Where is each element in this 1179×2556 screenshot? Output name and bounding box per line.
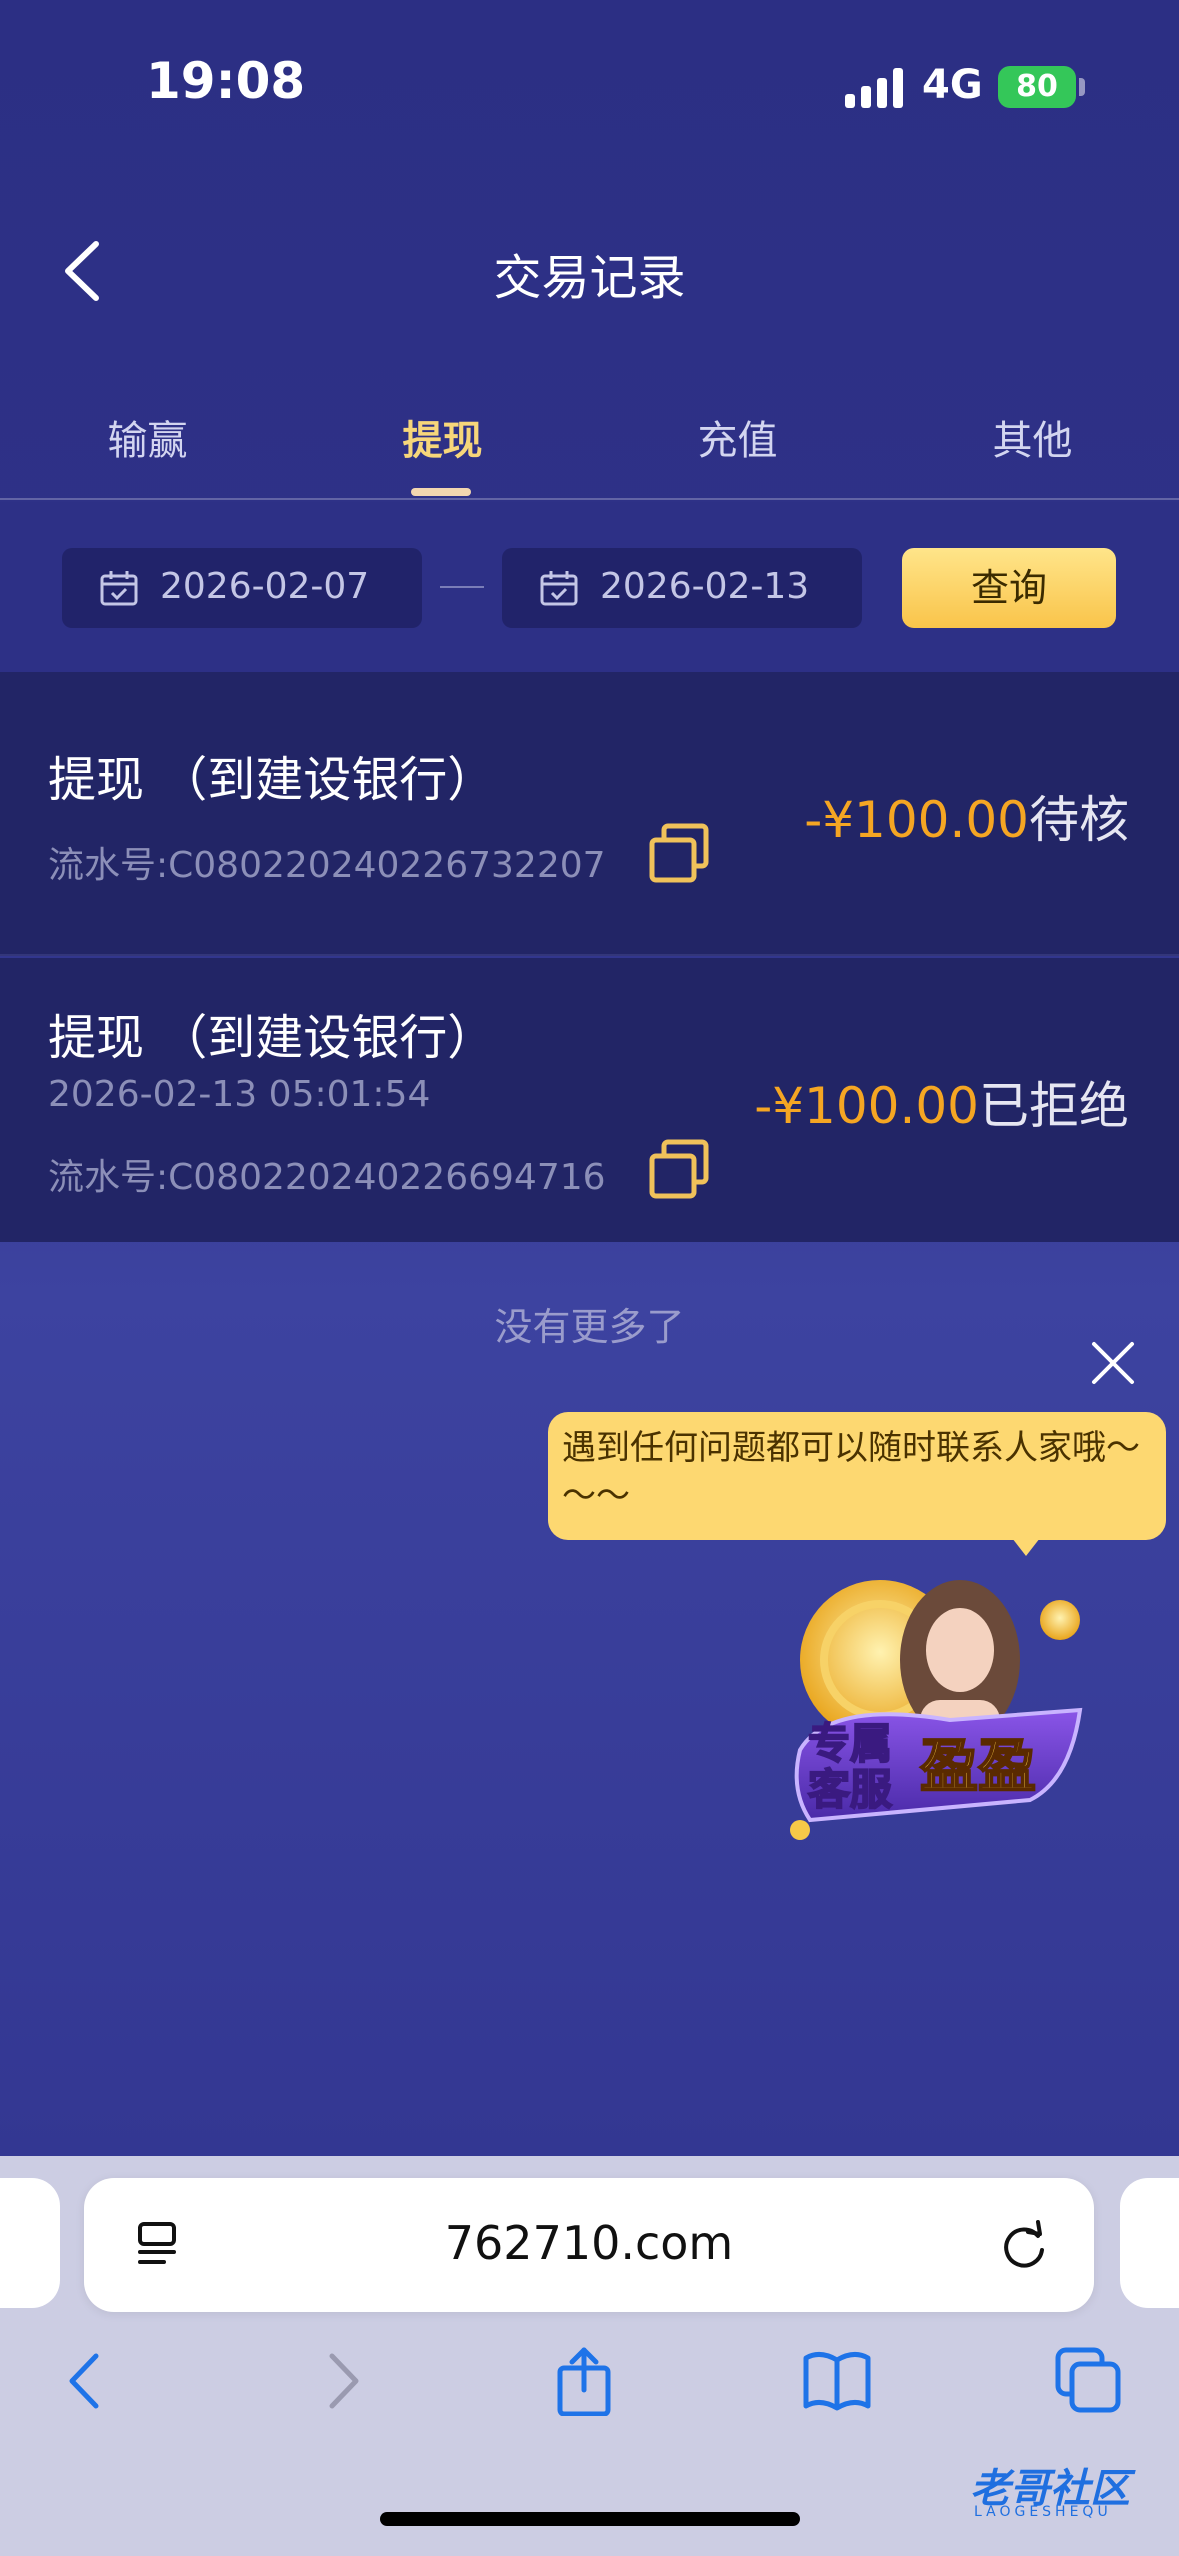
url-text: 762710.com xyxy=(444,2216,734,2270)
record-title: 提现 （到建设银行） xyxy=(48,1010,496,1066)
start-date-picker[interactable]: 2026-02-07 xyxy=(62,548,422,628)
watermark-sub: LAOGESHEQU xyxy=(974,2504,1112,2520)
battery-icon: 80 xyxy=(998,66,1076,108)
active-tab-indicator xyxy=(411,488,471,496)
badge-name: 盈盈 xyxy=(920,1732,1036,1800)
transaction-record[interactable]: 提现 （到建设银行） 流水号:C080220240226732207 -¥100… xyxy=(0,672,1179,956)
badge-line2: 客服 xyxy=(808,1765,892,1814)
badge-line1: 专属 xyxy=(808,1719,892,1768)
record-serial: 流水号:C080220240226732207 xyxy=(48,845,606,886)
battery-cap xyxy=(1079,78,1085,96)
amount-value: -¥100.00 xyxy=(804,791,1029,849)
date-filter-bar: 2026-02-07 2026-02-13 查询 xyxy=(0,502,1179,672)
end-date-value: 2026-02-13 xyxy=(600,566,810,607)
status-label: 已拒绝 xyxy=(979,1077,1129,1135)
tabs-icon[interactable] xyxy=(1054,2346,1124,2416)
tab-withdraw[interactable]: 提现 xyxy=(295,408,590,466)
status-time: 19:08 xyxy=(146,52,306,110)
record-title: 提现 （到建设银行） xyxy=(48,752,496,808)
page-title: 交易记录 xyxy=(493,250,686,306)
calendar-icon xyxy=(540,571,578,606)
network-label: 4G xyxy=(922,62,983,108)
watermark-logo: 老哥社区 LAOGESHEQU xyxy=(910,2446,1170,2530)
status-label: 待核 xyxy=(1029,791,1129,849)
record-time: 2026-02-13 05:01:54 xyxy=(48,1074,431,1115)
forward-nav-icon[interactable] xyxy=(306,2346,376,2416)
end-date-picker[interactable]: 2026-02-13 xyxy=(502,548,862,628)
copy-icon[interactable] xyxy=(646,1138,712,1202)
start-date-value: 2026-02-07 xyxy=(160,566,370,607)
calendar-icon xyxy=(100,571,138,606)
record-amount: -¥100.00已拒绝 xyxy=(754,1066,1129,1138)
previous-tab-preview[interactable] xyxy=(0,2178,60,2308)
no-more-text: 没有更多了 xyxy=(494,1305,685,1349)
transaction-record[interactable]: 提现 （到建设银行） 2026-02-13 05:01:54 流水号:C0802… xyxy=(0,958,1179,1242)
bookmarks-icon[interactable] xyxy=(802,2346,872,2416)
signal-icon xyxy=(845,68,907,108)
tab-bar: 输赢 提现 充值 其他 xyxy=(0,380,1179,500)
back-nav-icon[interactable] xyxy=(52,2346,122,2416)
close-icon[interactable] xyxy=(1090,1340,1136,1386)
date-separator xyxy=(440,586,484,588)
service-bubble[interactable]: 遇到任何问题都可以随时联系人家哦～～～ xyxy=(548,1412,1166,1540)
status-bar: 19:08 4G 80 xyxy=(0,0,1179,170)
amount-value: -¥100.00 xyxy=(754,1077,979,1135)
next-tab-preview[interactable] xyxy=(1120,2178,1179,2308)
home-indicator[interactable] xyxy=(380,2512,800,2526)
reload-icon[interactable] xyxy=(998,2218,1050,2272)
tab-other[interactable]: 其他 xyxy=(885,408,1179,466)
record-serial: 流水号:C080220240226694716 xyxy=(48,1157,606,1198)
query-button[interactable]: 查询 xyxy=(902,548,1116,628)
share-icon[interactable] xyxy=(554,2346,624,2416)
copy-icon[interactable] xyxy=(646,822,712,886)
tab-deposit[interactable]: 充值 xyxy=(590,408,885,466)
tab-win-loss[interactable]: 输赢 xyxy=(0,408,295,466)
record-amount: -¥100.00待核 xyxy=(804,780,1129,852)
customer-service-badge[interactable]: 专属 客服 盈盈 xyxy=(770,1550,1110,1860)
battery-level: 80 xyxy=(1016,69,1058,104)
address-bar[interactable]: 762710.com xyxy=(84,2178,1094,2312)
